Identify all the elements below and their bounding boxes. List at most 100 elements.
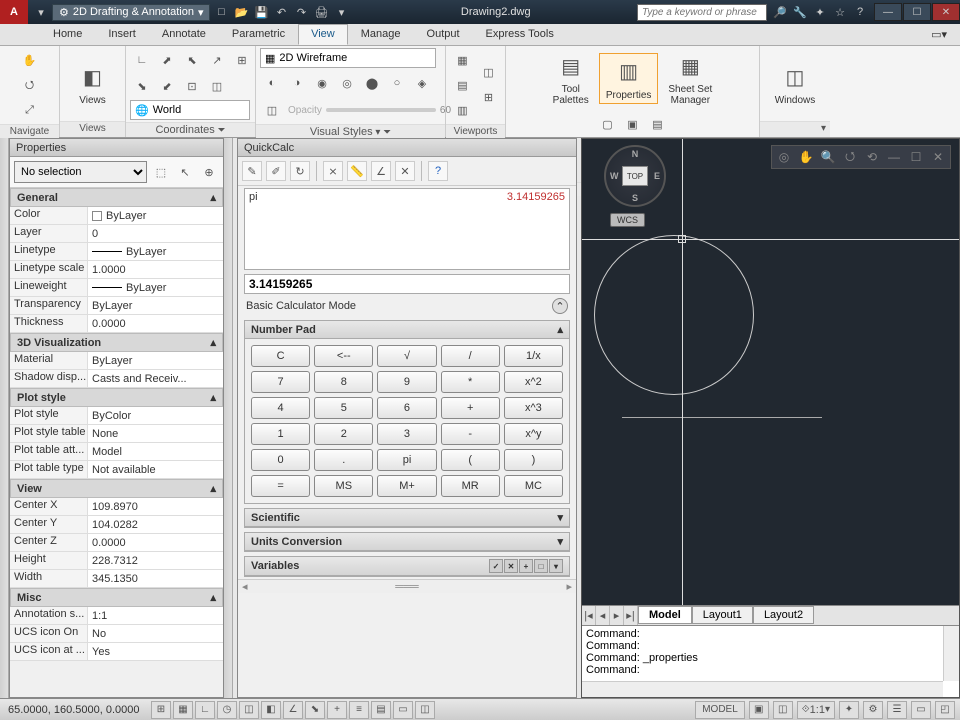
property-value[interactable]: Yes: [88, 643, 223, 660]
windows-button[interactable]: ◫ Windows: [769, 59, 822, 108]
property-row[interactable]: Width345.1350: [10, 570, 223, 588]
properties-button[interactable]: ▥ Properties: [599, 53, 659, 104]
qp-icon[interactable]: ▭: [393, 701, 413, 719]
category-header[interactable]: Misc▴: [10, 588, 223, 607]
compass-s[interactable]: S: [632, 193, 638, 203]
calc-key-7[interactable]: 7: [251, 371, 310, 393]
paste-icon[interactable]: ↻: [290, 161, 310, 181]
select-objects-icon[interactable]: ↖: [175, 162, 195, 182]
property-value[interactable]: ByLayer: [88, 352, 223, 369]
status-icon[interactable]: ◫: [773, 701, 793, 719]
polar-icon[interactable]: ◷: [217, 701, 237, 719]
property-value[interactable]: 345.1350: [88, 570, 223, 587]
calc-key-[interactable]: <--: [314, 345, 373, 367]
clean-screen-icon[interactable]: ◰: [935, 701, 955, 719]
key-icon[interactable]: 🔧: [791, 3, 809, 21]
calc-key-mc[interactable]: MC: [504, 475, 563, 497]
var-icon[interactable]: □: [534, 559, 548, 573]
cmd-vscroll[interactable]: [943, 626, 959, 681]
property-value[interactable]: No: [88, 625, 223, 642]
clear-history-icon[interactable]: ✐: [266, 161, 286, 181]
ucs-icon[interactable]: ∟: [130, 48, 154, 72]
viewport-icon[interactable]: ◫: [477, 61, 501, 85]
property-row[interactable]: Center X109.8970: [10, 498, 223, 516]
ortho-icon[interactable]: ∟: [195, 701, 215, 719]
property-row[interactable]: Shadow disp...Casts and Receiv...: [10, 370, 223, 388]
calc-key-[interactable]: ): [504, 449, 563, 471]
property-row[interactable]: Plot table typeNot available: [10, 461, 223, 479]
calc-key-5[interactable]: 5: [314, 397, 373, 419]
tab-nav-next[interactable]: ▸: [610, 606, 624, 625]
chevron-down-icon[interactable]: ▾: [332, 3, 350, 21]
calc-key-pi[interactable]: pi: [377, 449, 436, 471]
vstyle-icon[interactable]: ◑: [285, 71, 309, 95]
property-value[interactable]: 0.0000: [88, 534, 223, 551]
tab-nav-first[interactable]: |◂: [582, 606, 596, 625]
calc-key-8[interactable]: 8: [314, 371, 373, 393]
calc-key-x3[interactable]: x^3: [504, 397, 563, 419]
binoculars-icon[interactable]: 🔎: [771, 3, 789, 21]
ucs-icon[interactable]: ◫: [205, 74, 229, 98]
nav-icon[interactable]: ◎: [774, 147, 794, 167]
ucs-icon[interactable]: ↗: [205, 48, 229, 72]
property-row[interactable]: Thickness0.0000: [10, 315, 223, 333]
drawing-canvas[interactable]: ◎ ✋ 🔍 ⭯ ⟲ — ☐ ✕ TOP N S E W WCS: [582, 139, 959, 605]
status-icon[interactable]: ▭: [911, 701, 931, 719]
ucs-icon[interactable]: ⊡: [180, 74, 204, 98]
calc-key-2[interactable]: 2: [314, 423, 373, 445]
vstyle-icon[interactable]: ⬤: [360, 71, 384, 95]
status-icon[interactable]: ▣: [749, 701, 769, 719]
visual-style-combo[interactable]: ▦ 2D Wireframe: [260, 48, 436, 68]
pan-icon[interactable]: ✋: [18, 48, 42, 72]
palette-icon[interactable]: ▣: [621, 112, 645, 136]
variables-header[interactable]: Variables ✓ ✕ + □ ▾: [245, 557, 569, 576]
tab-nav-last[interactable]: ▸|: [624, 606, 638, 625]
rewind-icon[interactable]: ⟲: [862, 147, 882, 167]
model-space-button[interactable]: MODEL: [695, 701, 745, 719]
property-value[interactable]: 0.0000: [88, 315, 223, 332]
opacity-icon[interactable]: ◫: [260, 98, 284, 122]
property-value[interactable]: None: [88, 425, 223, 442]
tab-output[interactable]: Output: [414, 24, 473, 45]
zoom-icon[interactable]: 🔍: [818, 147, 838, 167]
calc-key-[interactable]: +: [441, 397, 500, 419]
lwt-icon[interactable]: ≡: [349, 701, 369, 719]
print-icon[interactable]: 🖨: [312, 3, 330, 21]
ucs-icon[interactable]: ⬋: [155, 74, 179, 98]
property-value[interactable]: ByLayer: [88, 243, 223, 260]
otrack-icon[interactable]: ∠: [283, 701, 303, 719]
collapse-icon[interactable]: ⌃: [552, 298, 568, 314]
pan-icon[interactable]: ✋: [796, 147, 816, 167]
tab-manage[interactable]: Manage: [348, 24, 414, 45]
property-value[interactable]: 1:1: [88, 607, 223, 624]
exchange-icon[interactable]: ✦: [811, 3, 829, 21]
opacity-slider[interactable]: [326, 108, 436, 112]
tab-parametric[interactable]: Parametric: [219, 24, 298, 45]
compass-e[interactable]: E: [654, 171, 660, 181]
ucs-icon[interactable]: ⬉: [180, 48, 204, 72]
viewport-icon[interactable]: ▤: [451, 73, 475, 97]
tab-layout1[interactable]: Layout1: [692, 606, 753, 624]
calc-key-xy[interactable]: x^y: [504, 423, 563, 445]
distance-icon[interactable]: 📏: [347, 161, 367, 181]
coordinates[interactable]: 65.0000, 160.5000, 0.0000: [0, 704, 150, 716]
orbit-icon[interactable]: ⭯: [840, 147, 860, 167]
extents-icon[interactable]: ⤢: [18, 98, 42, 122]
property-value[interactable]: 104.0282: [88, 516, 223, 533]
app-logo[interactable]: A: [0, 0, 28, 24]
ucs-icon[interactable]: ⬊: [130, 74, 154, 98]
property-row[interactable]: Center Y104.0282: [10, 516, 223, 534]
property-row[interactable]: MaterialByLayer: [10, 352, 223, 370]
workspace-switcher[interactable]: ⚙ 2D Drafting & Annotation ▾: [52, 4, 210, 21]
property-row[interactable]: UCS icon OnNo: [10, 625, 223, 643]
properties-grip[interactable]: [0, 138, 9, 698]
category-header[interactable]: View▴: [10, 479, 223, 498]
status-icon[interactable]: ☰: [887, 701, 907, 719]
property-row[interactable]: ColorByLayer: [10, 207, 223, 225]
tab-model[interactable]: Model: [638, 606, 692, 624]
property-row[interactable]: Layer0: [10, 225, 223, 243]
orbit-icon[interactable]: ⭯: [18, 73, 42, 97]
tab-view[interactable]: View: [298, 24, 348, 45]
property-value[interactable]: ByLayer: [88, 207, 223, 224]
tab-layout2[interactable]: Layout2: [753, 606, 814, 624]
